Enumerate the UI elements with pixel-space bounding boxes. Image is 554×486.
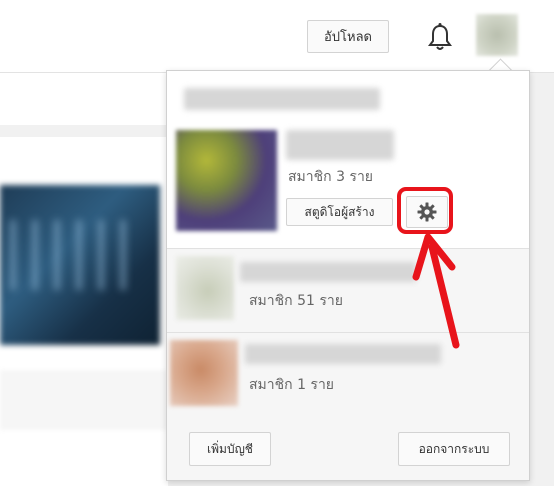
current-channel-avatar[interactable] <box>176 130 277 231</box>
channel-members: สมาชิก 51 ราย <box>249 293 343 309</box>
creator-studio-label: สตูดิโอผู้สร้าง <box>304 204 375 219</box>
channel-avatar <box>176 256 234 320</box>
sign-out-label: ออกจากระบบ <box>418 441 490 456</box>
upload-button[interactable]: อัปโหลด <box>307 20 389 53</box>
video-thumbnail-detail <box>10 220 130 290</box>
add-account-button[interactable]: เพิ่มบัญชี <box>189 432 271 466</box>
channel-members: สมาชิก 1 ราย <box>249 377 335 393</box>
creator-studio-button[interactable]: สตูดิโอผู้สร้าง <box>286 198 393 226</box>
page-content-strip <box>0 370 168 430</box>
page-subbar <box>0 73 168 125</box>
account-avatar[interactable] <box>476 14 518 56</box>
channel-name-redacted <box>240 262 416 282</box>
top-header: อัปโหลด <box>0 0 554 73</box>
current-channel-name-redacted <box>286 130 394 160</box>
sign-out-button[interactable]: ออกจากระบบ <box>398 432 510 466</box>
add-account-label: เพิ่มบัญชี <box>207 441 253 456</box>
bell-icon[interactable] <box>424 20 456 54</box>
upload-button-label: อัปโหลด <box>323 30 373 45</box>
arrow-icon <box>412 233 460 349</box>
current-channel-members: สมาชิก 3 ราย <box>288 169 374 185</box>
account-email-redacted <box>184 88 380 110</box>
channel-avatar <box>170 340 238 406</box>
